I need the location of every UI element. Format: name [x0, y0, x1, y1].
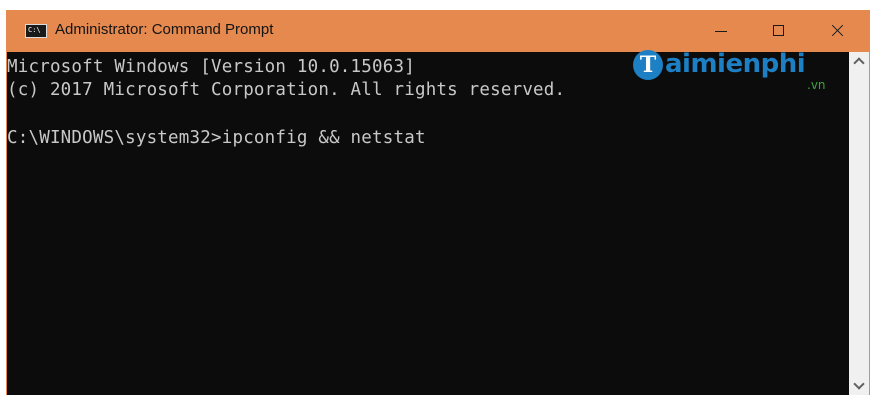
command-prompt-icon[interactable]: C:\ [25, 24, 47, 38]
close-button[interactable] [811, 10, 863, 52]
scroll-down-button[interactable] [849, 377, 869, 395]
console-line: (c) 2017 Microsoft Corporation. All righ… [7, 80, 566, 100]
scroll-up-button[interactable] [849, 52, 869, 70]
watermark-logo-icon: T [633, 50, 663, 80]
app-icon-glyph: C:\ [28, 26, 41, 34]
watermark-suffix: .vn [807, 78, 826, 92]
minimize-button[interactable] [695, 10, 747, 52]
console-output[interactable]: Microsoft Windows [Version 10.0.15063] (… [7, 52, 849, 395]
title-bar[interactable]: C:\ Administrator: Command Prompt [7, 10, 869, 52]
console-prompt-line[interactable]: C:\WINDOWS\system32>ipconfig && netstat [7, 128, 426, 148]
scroll-thumb[interactable] [853, 72, 865, 375]
chevron-up-icon [853, 57, 865, 69]
window-title: Administrator: Command Prompt [55, 21, 274, 38]
maximize-icon [773, 25, 784, 36]
watermark-text: aimienphi [665, 49, 806, 79]
watermark-logo: T aimienphi .vn [625, 48, 845, 98]
minimize-icon [715, 31, 727, 32]
vertical-scrollbar[interactable] [849, 52, 869, 395]
maximize-button[interactable] [753, 10, 805, 52]
chevron-down-icon [853, 378, 865, 390]
console-line: Microsoft Windows [Version 10.0.15063] [7, 57, 415, 77]
